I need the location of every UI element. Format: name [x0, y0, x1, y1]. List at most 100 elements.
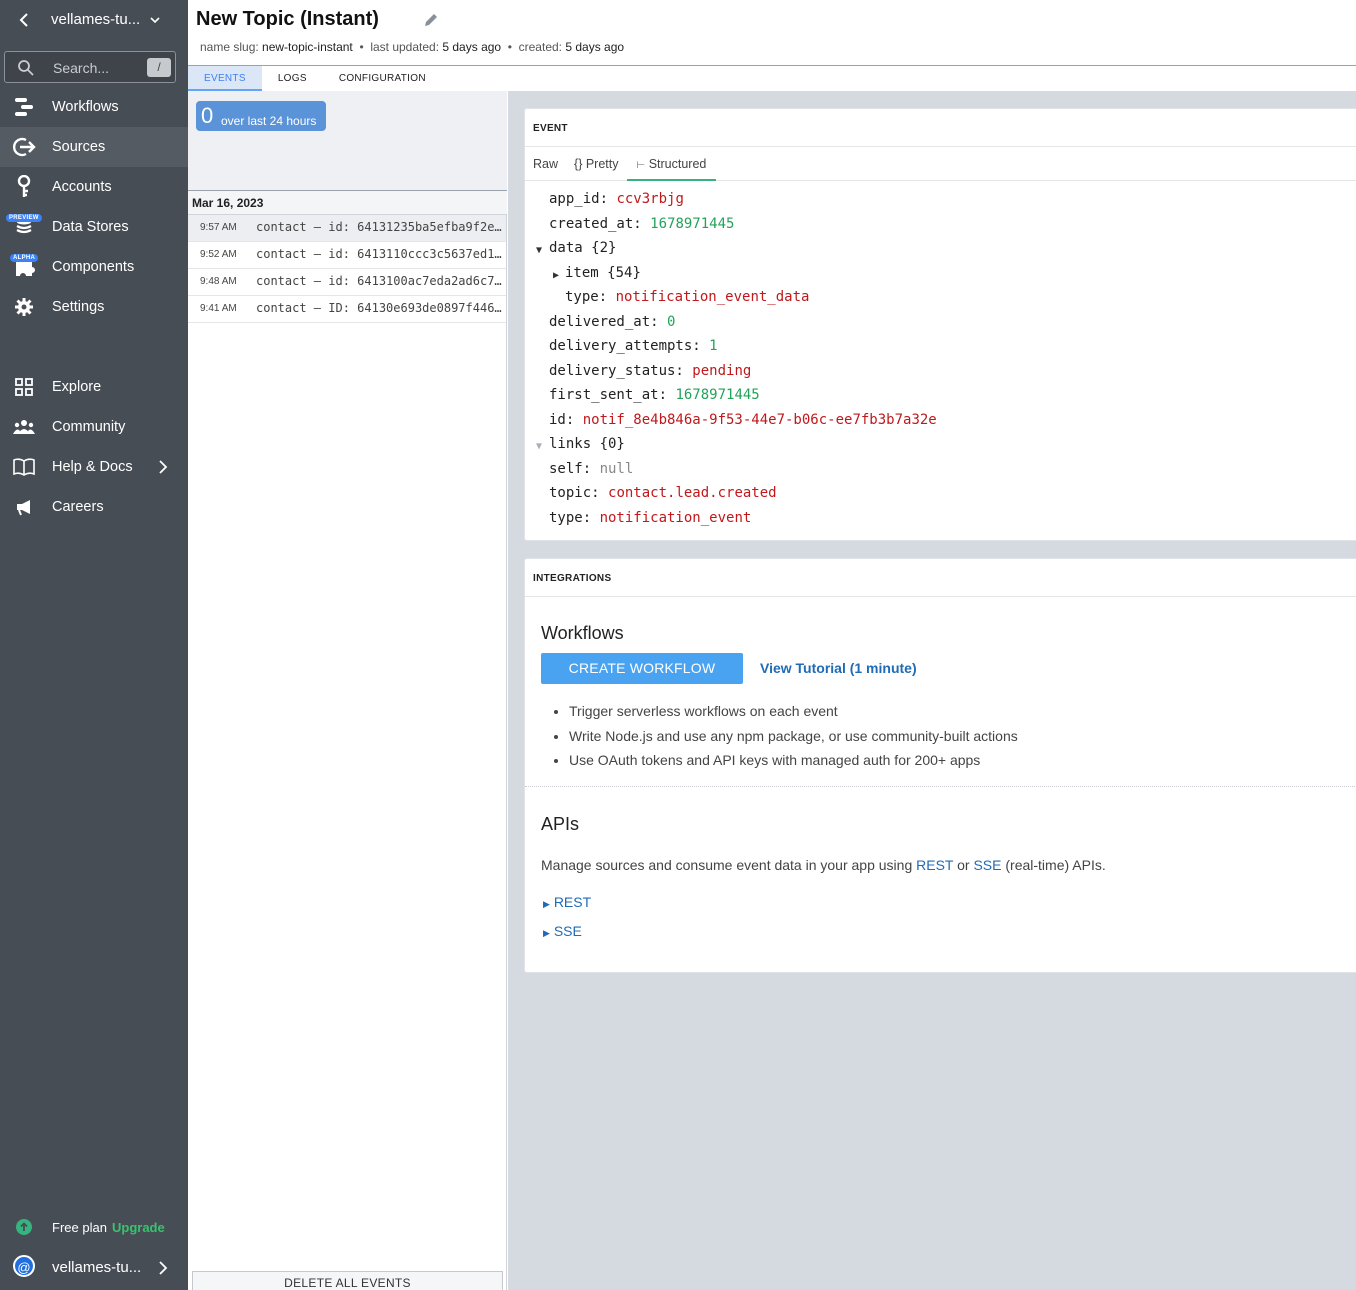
topic-meta: name slug: new-topic-instant • last upda… — [200, 40, 624, 54]
json-field[interactable]: ▼ data {2} — [536, 240, 937, 265]
json-value: notification_event_data — [615, 289, 810, 305]
json-field[interactable]: ▼ links {0} — [536, 436, 937, 461]
sidebar-item-accounts[interactable]: Accounts — [0, 167, 188, 207]
sse-inline-link[interactable]: SSE — [973, 857, 1001, 873]
search-icon — [17, 59, 34, 81]
pencil-icon[interactable] — [423, 12, 439, 33]
updated-value: 5 days ago — [442, 40, 502, 54]
tab-logs[interactable]: LOGS — [262, 66, 323, 91]
user-menu[interactable]: @ vellames-tu... — [0, 1248, 188, 1288]
event-detail-panel: EVENT Raw {} Pretty ⊢ Structured app_id:… — [508, 91, 1356, 1290]
json-value: 0 — [667, 313, 676, 330]
view-tutorial-link[interactable]: View Tutorial (1 minute) — [760, 660, 917, 676]
workspace-name: vellames-tu... — [51, 11, 141, 28]
event-time: 9:57 AM — [200, 222, 237, 233]
sidebar-item-explore[interactable]: Explore — [0, 367, 188, 407]
event-counter-area: 0 over last 24 hours — [188, 91, 507, 191]
back-arrow-icon[interactable] — [16, 10, 32, 30]
json-value: 1678971445 — [675, 387, 760, 403]
json-count: {2} — [591, 240, 617, 256]
json-field: type: notification_event_data — [565, 289, 810, 305]
sidebar-item-label: Workflows — [52, 99, 119, 115]
expanded-triangle-icon[interactable]: ▼ — [536, 245, 542, 256]
key-icon — [12, 175, 36, 199]
json-value: pending — [692, 362, 752, 379]
updated-label: last updated: — [370, 40, 440, 54]
sidebar-item-label: Data Stores — [52, 219, 129, 235]
sidebar-item-label: Community — [52, 419, 126, 435]
json-field: app_id: ccv3rbjg — [549, 191, 684, 207]
sidebar-item-label: Components — [52, 259, 135, 275]
json-value: 1678971445 — [650, 215, 735, 232]
event-row[interactable]: 9:52 AM contact – id: 6413110ccc3c5637ed… — [188, 242, 506, 269]
sidebar-item-help-docs[interactable]: Help & Docs — [0, 447, 188, 487]
search-input[interactable]: Search... / — [4, 51, 176, 83]
plan-label: Free plan — [52, 1220, 107, 1235]
delete-all-events-button[interactable]: DELETE ALL EVENTS — [192, 1271, 503, 1290]
json-field: delivery_status: pending — [549, 362, 752, 379]
json-field: topic: contact.lead.created — [549, 485, 777, 501]
sidebar-item-workflows[interactable]: Workflows — [0, 87, 188, 127]
rest-inline-link[interactable]: REST — [916, 857, 953, 873]
tab-structured[interactable]: ⊢ Structured — [626, 147, 717, 181]
meta-separator: • — [359, 40, 364, 54]
event-card: EVENT Raw {} Pretty ⊢ Structured app_id:… — [524, 108, 1356, 541]
list-item: Write Node.js and use any npm package, o… — [569, 728, 1018, 753]
json-count: {54} — [607, 264, 641, 281]
sidebar-item-settings[interactable]: Settings — [0, 287, 188, 327]
sidebar-item-label: Help & Docs — [52, 459, 133, 475]
chevron-right-icon — [158, 459, 168, 480]
tab-events[interactable]: EVENTS — [188, 66, 262, 91]
sources-icon — [12, 135, 36, 159]
collapsed-triangle-icon[interactable]: ▶ — [553, 270, 559, 281]
avatar: @ — [13, 1255, 35, 1277]
event-time: 9:48 AM — [200, 276, 237, 287]
event-view-tabs: Raw {} Pretty ⊢ Structured — [525, 147, 1356, 181]
event-counter: 0 over last 24 hours — [196, 101, 326, 131]
sidebar: vellames-tu... Search... / Workflows Sou… — [0, 0, 188, 1290]
upgrade-link[interactable]: Upgrade — [112, 1220, 165, 1235]
event-summary: contact – id: 64131235ba5efba9f2e... — [256, 220, 502, 234]
grid-icon — [12, 375, 36, 399]
event-row[interactable]: 9:57 AM contact – id: 64131235ba5efba9f2… — [188, 215, 506, 242]
workflows-icon — [12, 95, 36, 119]
workflows-title: Workflows — [541, 623, 624, 643]
sidebar-item-careers[interactable]: Careers — [0, 487, 188, 527]
event-row[interactable]: 9:41 AM contact – ID: 64130e693de0897f44… — [188, 296, 506, 323]
created-label: created: — [518, 40, 562, 54]
apis-description: Manage sources and consume event data in… — [541, 857, 1106, 873]
alpha-badge: ALPHA — [10, 254, 39, 262]
tree-icon: ⊢ — [636, 160, 646, 171]
workspace-switcher[interactable]: vellames-tu... — [0, 0, 188, 40]
gear-icon — [12, 295, 36, 319]
chevron-down-icon — [150, 12, 162, 28]
sidebar-item-community[interactable]: Community — [0, 407, 188, 447]
tab-pretty[interactable]: {} Pretty — [566, 147, 626, 181]
event-count: 0 — [201, 103, 214, 128]
event-time: 9:52 AM — [200, 249, 237, 260]
sidebar-item-label: Careers — [52, 499, 104, 515]
sse-expander[interactable]: ▶ SSE — [543, 923, 582, 939]
json-field: first_sent_at: 1678971445 — [549, 387, 760, 403]
apis-text: or — [953, 857, 974, 873]
meta-separator: • — [507, 40, 512, 54]
sidebar-item-data-stores[interactable]: PREVIEW Data Stores — [0, 207, 188, 247]
expanded-triangle-icon[interactable]: ▼ — [536, 441, 542, 452]
sidebar-item-sources[interactable]: Sources — [0, 127, 188, 167]
sidebar-item-label: Settings — [52, 299, 105, 315]
rest-expander[interactable]: ▶ REST — [543, 894, 591, 910]
sidebar-item-components[interactable]: ALPHA Components — [0, 247, 188, 287]
event-summary: contact – ID: 64130e693de0897f446... — [256, 301, 502, 315]
event-card-heading: EVENT — [525, 109, 1356, 147]
event-summary: contact – id: 6413110ccc3c5637ed1... — [256, 247, 502, 261]
tab-configuration[interactable]: CONFIGURATION — [323, 66, 442, 91]
json-count: {0} — [599, 436, 625, 452]
event-row[interactable]: 9:48 AM contact – id: 6413100ac7eda2ad6c… — [188, 269, 506, 296]
megaphone-icon — [12, 495, 36, 519]
event-summary: contact – id: 6413100ac7eda2ad6c7... — [256, 274, 502, 288]
create-workflow-button[interactable]: CREATE WORKFLOW — [541, 653, 743, 684]
json-field[interactable]: ▶ item {54} — [549, 265, 937, 290]
apis-text: Manage sources and consume event data in… — [541, 857, 917, 873]
tab-raw[interactable]: Raw — [525, 147, 566, 181]
integrations-card: INTEGRATIONS Workflows CREATE WORKFLOW V… — [524, 558, 1356, 973]
